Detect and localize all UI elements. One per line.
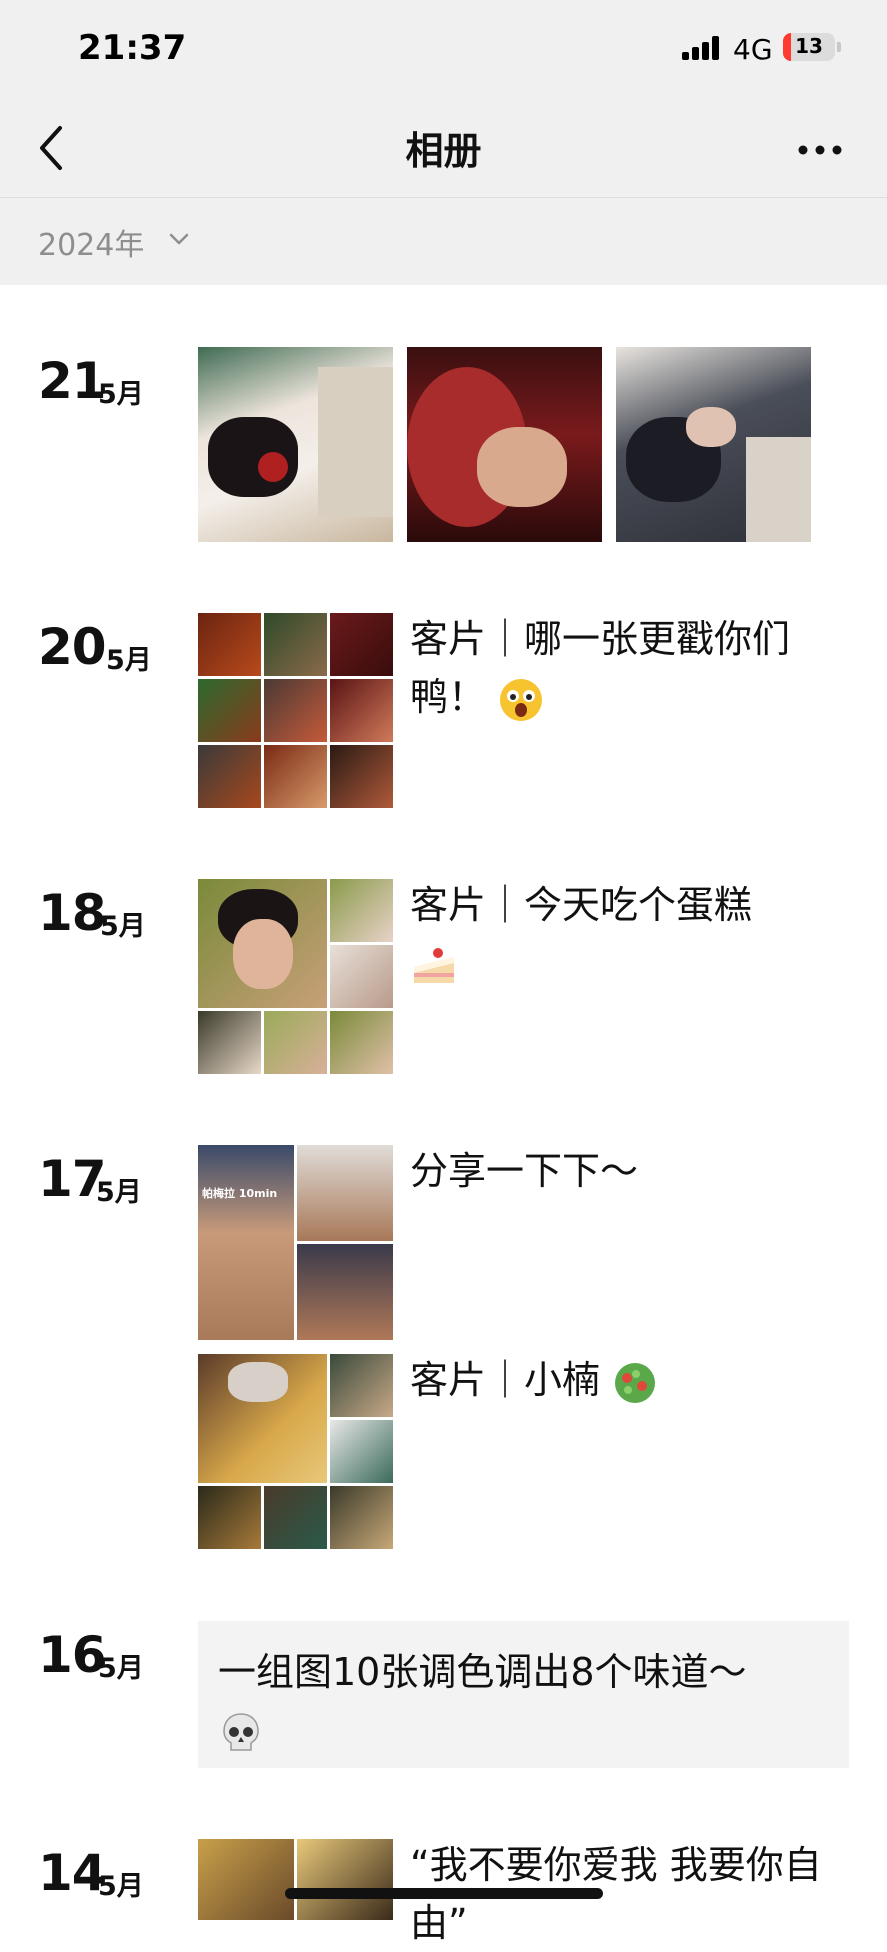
photo-thumbnail[interactable]: [407, 347, 602, 542]
entry-day: 20: [38, 618, 107, 676]
header-area: 21:37 4G 13 相册 2024年: [0, 0, 887, 285]
home-indicator: [285, 1888, 603, 1899]
more-dots-icon: [798, 145, 842, 155]
post-text: 分享一下下～: [410, 1149, 639, 1193]
status-bar: 21:37 4G 13: [0, 0, 887, 100]
year-filter[interactable]: 2024年: [0, 198, 887, 285]
entry-month: 5月: [100, 911, 146, 942]
more-button[interactable]: [795, 135, 847, 165]
battery-level: 13: [795, 34, 823, 58]
photo-collage[interactable]: [198, 1839, 393, 1920]
photo-thumbnail[interactable]: [616, 347, 811, 542]
photo-collage[interactable]: [198, 613, 393, 808]
entry-day: 14: [38, 1844, 107, 1902]
post-caption: 客片｜今天吃个蛋糕: [410, 883, 753, 927]
battery-tip: [837, 42, 841, 52]
surprised-face-emoji: [500, 678, 543, 721]
year-filter-label: 2024年: [38, 228, 145, 263]
post-text: 客片｜哪一张更戳你们鸭！: [410, 610, 830, 726]
photo-thumbnail[interactable]: [198, 347, 393, 542]
entry-month: 5月: [98, 379, 144, 410]
network-type: 4G: [733, 33, 773, 66]
photo-collage[interactable]: 帕梅拉 10min: [198, 1145, 393, 1340]
entry-month: 5月: [98, 1653, 144, 1684]
chevron-down-icon: [169, 233, 189, 245]
page-title: 相册: [405, 129, 482, 173]
cake-emoji: [414, 947, 454, 983]
status-time: 21:37: [78, 28, 187, 68]
entry-month: 5月: [98, 1871, 144, 1902]
entry-month: 5月: [106, 645, 152, 676]
post-caption: 客片｜小楠: [410, 1358, 601, 1402]
photo-collage[interactable]: [198, 879, 393, 1074]
post-text: 客片｜今天吃个蛋糕: [410, 876, 830, 992]
entry-day: 21: [38, 352, 107, 410]
photo-overlay-text: 帕梅拉 10min: [202, 1187, 278, 1200]
photo-collage[interactable]: [198, 1354, 393, 1549]
post-text: 一组图10张调色调出8个味道～: [218, 1643, 838, 1759]
post-text: 客片｜小楠: [410, 1351, 830, 1409]
entry-day: 18: [38, 884, 107, 942]
nav-bar: 相册: [0, 100, 887, 198]
entry-day: 16: [38, 1626, 107, 1684]
entry-month: 5月: [96, 1177, 142, 1208]
post-caption: 客片｜哪一张更戳你们鸭！: [410, 617, 791, 719]
text-post-card[interactable]: 一组图10张调色调出8个味道～: [198, 1621, 849, 1768]
signal-icon: [682, 36, 722, 60]
salad-emoji: [615, 1362, 656, 1403]
skull-emoji: [223, 1712, 259, 1751]
battery-icon: 13: [783, 33, 835, 61]
post-caption: 一组图10张调色调出8个味道～: [218, 1650, 747, 1694]
